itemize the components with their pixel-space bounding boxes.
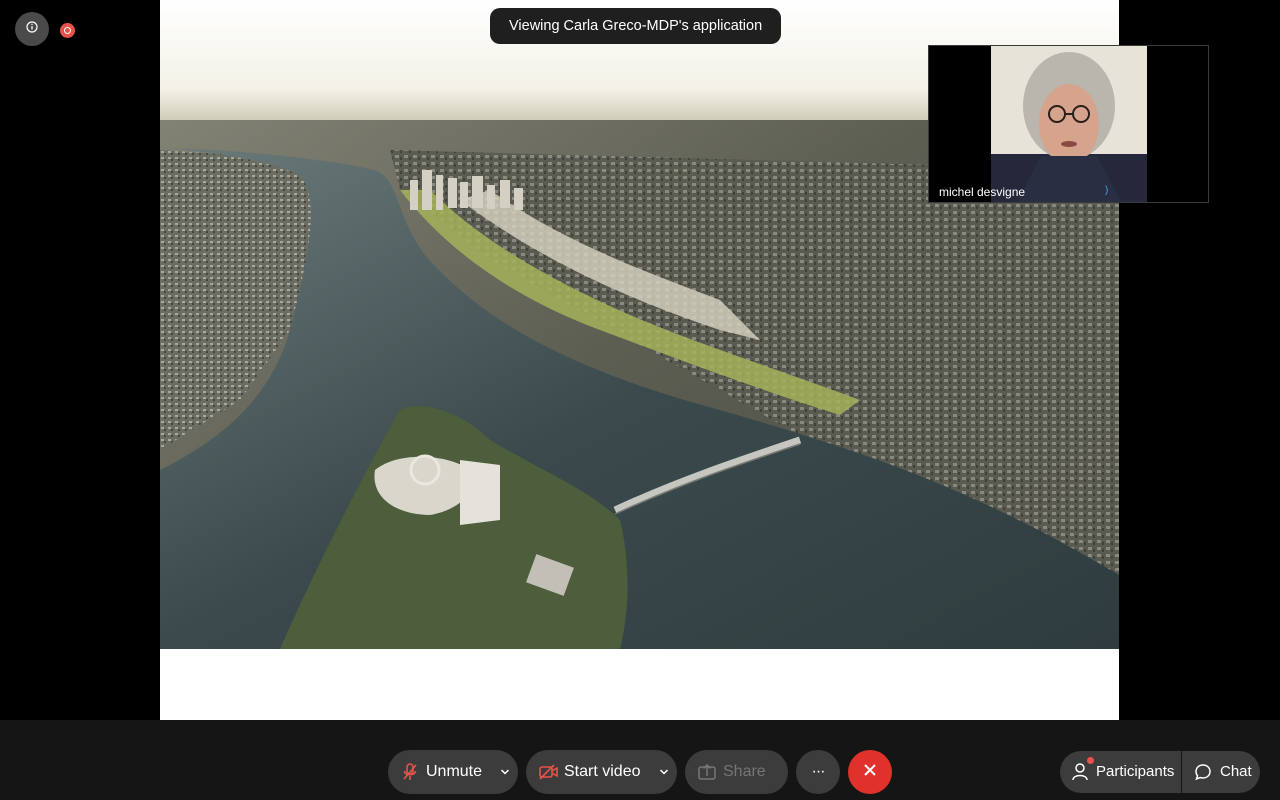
chevron-down-icon[interactable] <box>500 765 510 784</box>
chat-bubble-icon <box>1194 763 1212 785</box>
more-button[interactable]: ··· <box>796 750 840 794</box>
recording-icon <box>60 23 75 38</box>
participant-video-tile[interactable]: michel desvigne ) <box>928 45 1209 203</box>
more-icon: ··· <box>811 763 826 780</box>
end-call-button[interactable] <box>848 750 892 794</box>
close-icon <box>863 763 877 782</box>
start-video-label: Start video <box>564 763 641 780</box>
share-icon <box>698 763 716 785</box>
participant-video-feed <box>991 46 1147 202</box>
viewing-banner: Viewing Carla Greco-MDP's application <box>490 8 782 44</box>
camera-off-icon <box>539 764 559 785</box>
participants-label: Participants <box>1096 763 1175 780</box>
audio-level-icon: ) <box>1105 185 1109 196</box>
participant-name: michel desvigne <box>939 185 1026 199</box>
share-button[interactable]: Share <box>685 750 788 794</box>
meeting-toolbar: Unmute Start video Share ··· Participant… <box>0 740 1280 800</box>
chevron-down-icon[interactable] <box>659 765 669 784</box>
info-icon <box>26 20 38 38</box>
start-video-button[interactable]: Start video <box>526 750 677 794</box>
bottom-strip <box>0 720 1280 740</box>
unmute-label: Unmute <box>426 763 483 780</box>
share-label: Share <box>723 763 766 780</box>
unmute-button[interactable]: Unmute <box>388 750 518 794</box>
chat-button[interactable]: Chat <box>1182 751 1260 793</box>
person-icon <box>1072 763 1088 785</box>
side-panel-controls: Participants Chat <box>1060 751 1260 793</box>
chat-label: Chat <box>1220 763 1252 780</box>
microphone-muted-icon <box>403 763 417 786</box>
participants-button[interactable]: Participants <box>1060 751 1181 793</box>
notification-dot <box>1087 757 1094 764</box>
info-button[interactable] <box>15 12 49 46</box>
